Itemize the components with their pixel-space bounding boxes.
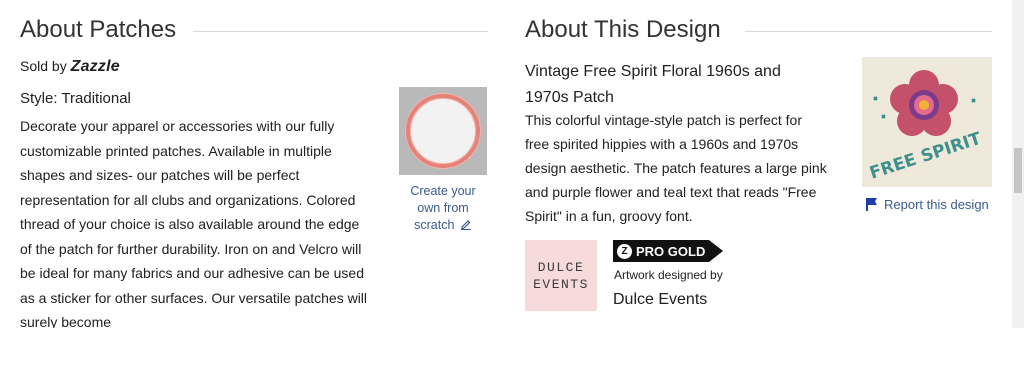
designer-name-link[interactable]: Dulce Events (613, 291, 707, 309)
badge-label: PRO GOLD (636, 243, 706, 259)
patch-ring-image (406, 94, 480, 168)
design-description: This colorful vintage-style patch is per… (525, 112, 827, 224)
blank-patch-thumbnail[interactable] (399, 87, 487, 175)
product-description: Decorate your apparel or accessories wit… (20, 118, 368, 328)
sold-by: Sold by Zazzle (20, 58, 120, 76)
create-your-own-link[interactable]: Create your own from scratch (398, 183, 488, 234)
sold-by-label: Sold by (20, 58, 67, 74)
flag-icon (866, 198, 877, 211)
product-info-panel: About Patches Sold by Zazzle Style: Trad… (0, 0, 1024, 328)
artwork-by-label: Artwork designed by (614, 268, 723, 282)
heading-divider (193, 31, 488, 32)
design-title: Vintage Free Spirit Floral 1960s and 197… (525, 63, 781, 106)
page-scrollbar[interactable] (1012, 0, 1024, 328)
store-logo-line2: EVENTS (533, 276, 589, 292)
store-logo-line1: DULCE (537, 259, 585, 275)
free-spirit-text: FREE SPIRIT (867, 129, 984, 184)
report-design-link[interactable]: Report this design (866, 197, 989, 212)
report-link-label: Report this design (884, 197, 989, 212)
pro-gold-badge: Z PRO GOLD (613, 240, 723, 262)
heading-divider (745, 31, 992, 32)
pro-gold-z-icon: Z (617, 243, 632, 259)
design-thumbnail[interactable]: FREE SPIRIT (862, 57, 992, 187)
free-spirit-flower-image: FREE SPIRIT (867, 70, 984, 184)
about-patches-heading: About Patches (20, 16, 177, 43)
product-style: Style: Traditional (20, 90, 131, 107)
pencil-icon (460, 220, 471, 230)
scrollbar-thumb[interactable] (1014, 148, 1022, 193)
store-logo[interactable]: DULCE EVENTS (525, 240, 597, 311)
zazzle-brand[interactable]: Zazzle (71, 58, 120, 75)
about-design-heading: About This Design (525, 16, 721, 43)
